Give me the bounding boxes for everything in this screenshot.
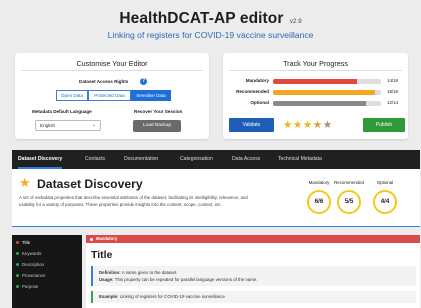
- star-icon: ★: [302, 119, 313, 131]
- sidebar-item-title[interactable]: Title: [12, 237, 82, 248]
- definition-text: A name given to the dataset.: [121, 270, 178, 275]
- status-dot: [16, 274, 19, 277]
- sidebar-item-label: Provenance: [22, 273, 46, 278]
- app-subtitle: Linking of registers for COVID-19 vaccin…: [107, 30, 314, 40]
- example-label: Example:: [99, 294, 119, 299]
- field-example-box: Example: Linking of registers for COVID-…: [91, 291, 416, 303]
- definition-label: Definition:: [99, 270, 121, 275]
- status-dot: [16, 252, 19, 255]
- customise-title: Customise Your Editor: [76, 59, 148, 68]
- progress-mandatory-bar: [273, 79, 381, 84]
- validate-button[interactable]: Validate: [229, 118, 274, 132]
- star-icon: ★: [292, 119, 303, 131]
- access-sensitive-data[interactable]: Sensitive Data: [131, 90, 171, 101]
- tab-contacts[interactable]: Contacts: [85, 150, 105, 169]
- status-dot: [16, 285, 19, 288]
- section-description: A set of metadata properties that descri…: [19, 195, 248, 207]
- load-backup-button[interactable]: Load Backup: [133, 120, 181, 132]
- status-dot: [16, 241, 19, 244]
- access-open-data[interactable]: Open Data: [56, 90, 88, 101]
- tab-documentation[interactable]: Documentation: [124, 150, 158, 169]
- tab-bar: Dataset Discovery Contacts Documentation…: [12, 150, 420, 169]
- language-select[interactable]: English ⌄: [35, 120, 101, 131]
- progress-recommended-label: Recommended: [236, 89, 269, 94]
- sidebar-item-purpose[interactable]: Purpose: [12, 281, 82, 292]
- tab-categorisation[interactable]: Categorisation: [180, 150, 213, 169]
- access-protected-data[interactable]: Protected Data: [88, 90, 131, 101]
- mandatory-badge-label: Mandatory: [96, 236, 118, 241]
- progress-mandatory-label: Mandatory: [245, 78, 269, 83]
- customise-card: Customise Your Editor Dataset Access Rig…: [15, 53, 209, 139]
- section-header: ★ Dataset Discovery A set of metadata pr…: [12, 169, 420, 227]
- sidebar-item-description[interactable]: Description: [12, 259, 82, 270]
- star-icon: ★: [19, 175, 31, 190]
- star-icon: ★: [322, 119, 333, 131]
- field-title: Title: [91, 249, 113, 261]
- app-version: v2.9: [289, 19, 302, 25]
- usage-line: Usage: This property can be repeated for…: [99, 276, 410, 283]
- progress-title: Track Your Progress: [283, 59, 348, 68]
- session-label: Recover Your Session: [134, 109, 183, 114]
- example-text: Linking of registers for COVID-19 vaccin…: [119, 294, 225, 299]
- sidebar-item-label: Title: [22, 240, 31, 245]
- tab-data-access[interactable]: Data Access: [232, 150, 260, 169]
- status-dot: [16, 263, 19, 266]
- access-rights-label: Dataset Access Rights: [79, 79, 129, 84]
- progress-card: Track Your Progress Mandatory 14/18 Reco…: [223, 53, 408, 139]
- sidebar-item-keywords[interactable]: Keywords: [12, 248, 82, 259]
- help-icon[interactable]: ?: [140, 77, 147, 85]
- divider: [229, 70, 402, 71]
- language-label: Metadata Default Language: [32, 109, 92, 114]
- divider: [21, 70, 203, 71]
- header: HealthDCAT-AP editor v2.9 Linking of reg…: [0, 0, 421, 46]
- app-title: HealthDCAT-AP editor v2.9: [0, 10, 421, 28]
- metric-optional-circle: 4/4: [373, 190, 397, 214]
- sidebar-item-provenance[interactable]: Provenance: [12, 270, 82, 281]
- progress-recommended-fill: [273, 90, 376, 95]
- language-select-value: English: [40, 123, 56, 128]
- metric-recommended-circle: 5/5: [337, 190, 361, 214]
- status-dot: [90, 237, 93, 241]
- mandatory-badge: Mandatory: [86, 235, 420, 243]
- rating-stars: ★★★★★: [283, 119, 333, 131]
- sidebar-item-label: Purpose: [22, 284, 39, 289]
- sidebar-item-label: Description: [22, 262, 44, 267]
- field-info-box: Definition: A name given to the dataset.…: [91, 266, 416, 286]
- metric-optional-label: Optional: [376, 180, 394, 185]
- star-icon: ★: [283, 119, 293, 131]
- usage-label: Usage:: [99, 277, 114, 282]
- progress-optional-bar: [273, 101, 381, 106]
- progress-mandatory-fill: [273, 79, 358, 84]
- section-title: Dataset Discovery: [37, 177, 143, 191]
- progress-optional-count: 12/14: [387, 100, 398, 105]
- sidebar: Title Keywords Description Provenance Pu…: [12, 235, 82, 308]
- usage-text: This property can be repeated for parall…: [114, 277, 258, 282]
- progress-recommended-bar: [273, 90, 381, 95]
- progress-recommended-count: 18/19: [387, 89, 398, 94]
- field-panel: Mandatory Title Definition: A name given…: [86, 235, 420, 308]
- progress-optional-fill: [273, 101, 366, 106]
- metric-recommended-label: Recommended: [334, 180, 364, 185]
- tab-dataset-discovery[interactable]: Dataset Discovery: [18, 150, 63, 169]
- metric-mandatory-circle: 6/6: [307, 190, 331, 214]
- app-title-text: HealthDCAT-AP editor: [119, 10, 284, 27]
- tab-technical-metadata[interactable]: Technical Metadata: [278, 150, 322, 169]
- publish-button[interactable]: Publish: [363, 118, 405, 132]
- progress-mandatory-count: 14/18: [387, 78, 398, 83]
- progress-optional-label: Optional: [250, 100, 269, 105]
- sidebar-item-label: Keywords: [22, 251, 42, 256]
- chevron-down-icon: ⌄: [91, 122, 96, 128]
- star-icon: ★: [312, 119, 323, 131]
- definition-line: Definition: A name given to the dataset.: [99, 269, 410, 276]
